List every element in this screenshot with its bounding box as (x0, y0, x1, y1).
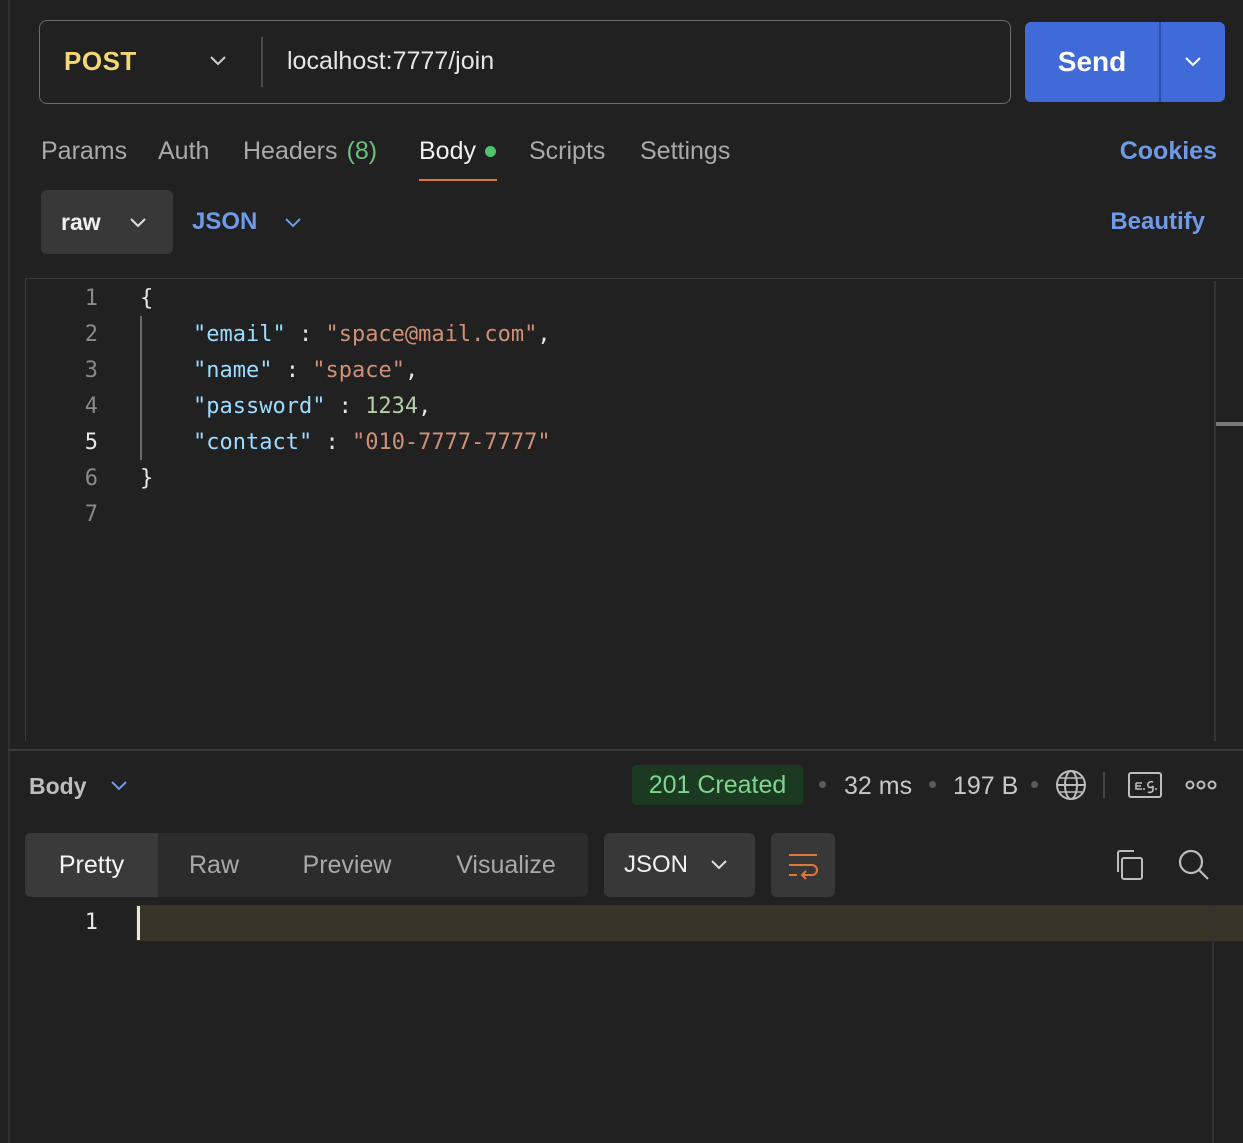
status-badge[interactable]: 201 Created (632, 765, 803, 805)
line-number: 4 (84, 394, 98, 419)
send-button[interactable]: Send (1025, 22, 1159, 102)
url-input[interactable] (287, 21, 987, 102)
tab-raw[interactable]: Raw (158, 833, 270, 897)
line-number: 3 (84, 358, 98, 383)
json-string: "space@mail.com" (325, 322, 538, 347)
json-string: "010-7777-7777" (351, 430, 551, 455)
text-cursor (137, 906, 140, 940)
tab-settings[interactable]: Settings (640, 134, 730, 168)
json-key: "contact" (192, 430, 313, 455)
tab-label: Scripts (529, 136, 606, 165)
wrap-lines-button[interactable] (771, 833, 835, 897)
tab-pretty[interactable]: Pretty (25, 833, 158, 897)
code-line: "email" : "space@mail.com", (192, 322, 551, 347)
left-border (8, 0, 10, 1143)
beautify-button[interactable]: Beautify (1110, 190, 1205, 254)
json-key: "name" (192, 358, 273, 383)
tab-label: Settings (640, 136, 731, 165)
code-line: { (140, 286, 154, 311)
json-key: "email" (192, 322, 286, 347)
meta-separator-dot (929, 781, 936, 788)
tab-auth[interactable]: Auth (158, 134, 209, 168)
cookies-link[interactable]: Cookies (1120, 134, 1217, 168)
method-select[interactable]: POST (64, 21, 137, 102)
url-bar: POST (39, 20, 1011, 104)
more-options-icon[interactable] (1185, 777, 1217, 793)
line-number: 2 (84, 322, 98, 347)
body-type-select[interactable]: raw (41, 190, 173, 254)
response-format-select[interactable]: JSON (604, 833, 755, 897)
response-section-select[interactable]: Body (29, 768, 87, 804)
body-type-label: raw (61, 208, 101, 235)
url-divider (261, 37, 263, 87)
response-view-tabs: Pretty Raw Preview Visualize (25, 833, 588, 897)
tab-label: Auth (158, 136, 210, 165)
tab-label: Body (419, 136, 476, 165)
toolbar-divider (1103, 772, 1105, 798)
body-format-select[interactable]: JSON (192, 190, 257, 254)
headers-count: (8) (346, 136, 378, 165)
line-number: 1 (84, 910, 98, 935)
pane-resize-handle[interactable] (8, 749, 1243, 751)
modified-dot-icon (484, 145, 496, 157)
code-line: "contact" : "010-7777-7777" (192, 430, 551, 455)
chevron-down-icon (711, 860, 727, 870)
line-number: 7 (84, 502, 98, 527)
active-tab-indicator (419, 179, 497, 181)
wrap-lines-icon (789, 854, 818, 880)
response-size[interactable]: 197 B (953, 768, 1018, 804)
send-split-divider (1159, 22, 1161, 102)
tab-params[interactable]: Params (41, 134, 127, 168)
editor-gutter: 1 2 3 4 5 6 7 (48, 281, 98, 533)
line-number-current: 5 (84, 430, 98, 455)
response-current-line[interactable] (136, 905, 1243, 941)
tab-scripts[interactable]: Scripts (529, 134, 605, 168)
globe-icon[interactable] (1054, 768, 1088, 802)
json-key: "password" (192, 394, 326, 419)
editor-scrollbar-thumb[interactable] (1216, 422, 1243, 426)
tab-body[interactable]: Body (419, 134, 496, 168)
editor-code[interactable]: { "email" : "space@mail.com", "name" : "… (140, 281, 551, 533)
json-number: 1234 (365, 394, 419, 419)
tab-preview[interactable]: Preview (270, 833, 424, 897)
chevron-down-icon[interactable] (283, 215, 303, 231)
meta-separator-dot (1031, 781, 1038, 788)
line-number: 1 (84, 286, 98, 311)
chevron-down-icon[interactable] (1183, 54, 1203, 70)
tab-label: Params (41, 136, 128, 165)
response-time[interactable]: 32 ms (844, 768, 912, 804)
chevron-down-icon[interactable] (208, 53, 228, 69)
meta-separator-dot (819, 781, 826, 788)
chevron-down-icon[interactable] (109, 778, 129, 794)
code-line: "name" : "space", (192, 358, 419, 383)
response-format-label: JSON (624, 851, 689, 878)
code-line: } (140, 466, 154, 491)
response-scroll-track (1212, 905, 1214, 1143)
send-button-group: Send (1025, 22, 1225, 102)
save-example-icon[interactable] (1128, 772, 1162, 798)
line-number: 6 (84, 466, 98, 491)
chevron-down-icon (130, 218, 146, 228)
editor-scroll-track (1214, 281, 1216, 741)
json-string: "space" (312, 358, 405, 383)
search-icon[interactable] (1175, 846, 1211, 882)
tab-headers[interactable]: Headers (8) (243, 134, 377, 168)
tab-label: Headers (243, 136, 338, 165)
tab-visualize[interactable]: Visualize (424, 833, 588, 897)
copy-icon[interactable] (1112, 848, 1146, 882)
code-line: "password" : 1234, (192, 394, 432, 419)
